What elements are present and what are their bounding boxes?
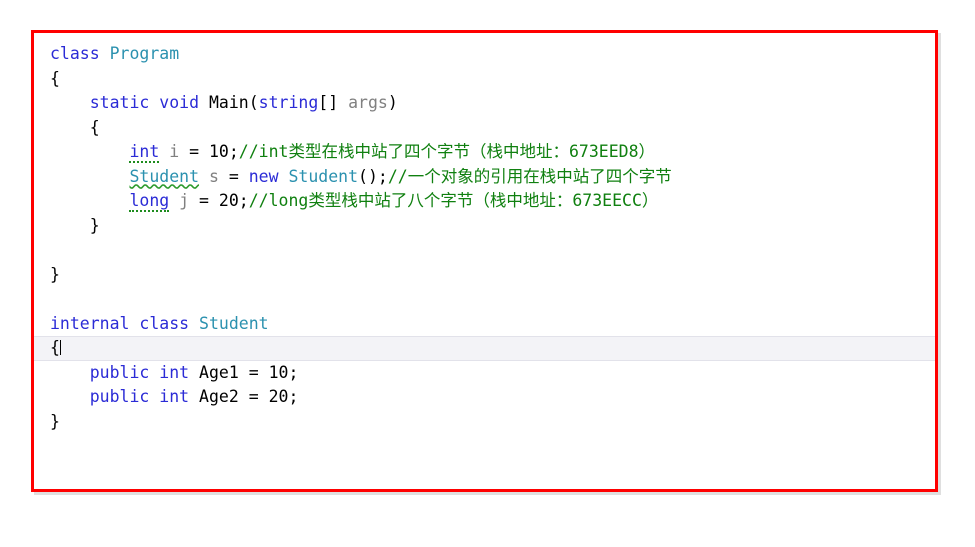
code-token: public — [89, 362, 150, 382]
code-token: ; — [288, 362, 299, 382]
code-line[interactable]: class Program — [34, 42, 935, 67]
code-token: //int类型在栈中站了四个字节（栈中地址：673EED8） — [238, 142, 656, 161]
code-token: = — [189, 191, 219, 210]
code-line[interactable]: { — [34, 67, 935, 92]
code-token: public — [89, 387, 150, 406]
code-token: Age2 — [199, 387, 239, 406]
code-token: i — [169, 142, 180, 161]
code-line[interactable]: } — [34, 410, 935, 435]
code-token: internal — [50, 313, 130, 333]
code-line[interactable]: int i = 10;//int类型在栈中站了四个字节（栈中地址：673EED8… — [34, 140, 935, 165]
text-caret — [59, 340, 61, 355]
code-token: [] — [318, 93, 339, 112]
code-token: static — [89, 93, 150, 112]
code-line[interactable]: { — [34, 116, 935, 141]
code-token: int — [159, 387, 190, 406]
code-line[interactable]: internal class Student — [34, 312, 935, 337]
code-token: } — [50, 411, 60, 431]
code-token: Student — [199, 313, 269, 333]
code-token: 10 — [268, 362, 289, 382]
code-token: = — [179, 142, 209, 161]
code-token: = — [218, 166, 249, 186]
code-line[interactable]: public int Age2 = 20; — [34, 385, 935, 410]
code-token: Age1 — [199, 362, 239, 382]
code-token: int — [159, 362, 190, 382]
code-line[interactable]: public int Age1 = 10; — [34, 361, 935, 386]
code-token: (); — [358, 166, 388, 186]
code-token: //long类型栈中站了八个字节（栈中地址：673EECC） — [248, 191, 659, 210]
code-token: ; — [238, 191, 249, 210]
code-token: 20 — [218, 191, 239, 210]
code-line[interactable] — [34, 287, 935, 312]
code-token: Main — [208, 93, 249, 112]
code-token: } — [89, 215, 100, 235]
code-line-current[interactable]: { — [34, 336, 935, 361]
code-token: class — [50, 44, 100, 63]
code-token: string — [258, 93, 319, 112]
code-token: args — [348, 93, 388, 112]
code-annotation-rectangle: class Program{ static void Main(string[]… — [31, 30, 938, 492]
code-line[interactable]: long j = 20;//long类型栈中站了八个字节（栈中地址：673EEC… — [34, 189, 935, 214]
code-token: Student — [129, 166, 200, 186]
code-line[interactable]: static void Main(string[] args) — [34, 91, 935, 116]
code-token: long — [129, 191, 170, 212]
code-token: ; — [228, 142, 239, 161]
code-token: void — [159, 93, 200, 112]
code-token: Program — [109, 44, 180, 63]
code-token: 20 — [268, 387, 289, 406]
code-token: j — [179, 191, 190, 210]
code-token: { — [50, 68, 60, 88]
code-token: //一个对象的引用在栈中站了四个字节 — [387, 166, 672, 186]
code-token: ; — [288, 387, 299, 406]
code-line[interactable]: } — [34, 263, 935, 288]
code-token: int — [129, 142, 160, 163]
code-token: = — [238, 387, 269, 406]
code-token: { — [50, 338, 60, 357]
code-token: class — [139, 313, 190, 333]
code-line[interactable]: Student s = new Student();//一个对象的引用在栈中站了… — [34, 165, 935, 190]
code-token: new — [248, 166, 279, 186]
code-token: 10 — [208, 142, 229, 161]
code-token: = — [238, 362, 269, 382]
code-line[interactable] — [34, 238, 935, 263]
code-token: ( — [248, 93, 259, 112]
code-token: } — [50, 264, 60, 284]
code-line[interactable]: } — [34, 214, 935, 239]
code-editor-surface[interactable]: class Program{ static void Main(string[]… — [34, 33, 935, 489]
code-token: { — [89, 117, 100, 137]
code-token: Student — [288, 166, 359, 186]
screenshot-root: class Program{ static void Main(string[]… — [0, 0, 975, 547]
code-token: s — [208, 166, 219, 186]
code-token: ) — [387, 93, 398, 112]
